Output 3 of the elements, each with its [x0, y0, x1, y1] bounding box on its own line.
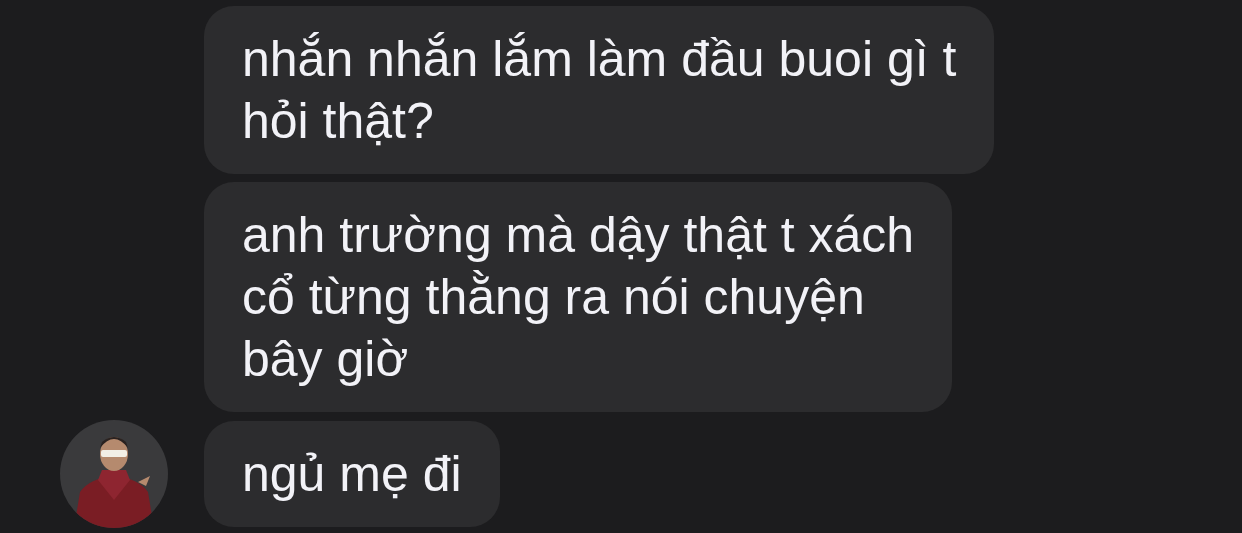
message-text: anh trường mà dậy thật t xách cổ từng thằng ra nói chuyện bây giờ	[242, 206, 915, 389]
message-text: ngủ mẹ đi	[242, 445, 462, 504]
message-text: nhắn nhắn lắm làm đầu buoi gì t hỏi thật?	[242, 30, 957, 151]
